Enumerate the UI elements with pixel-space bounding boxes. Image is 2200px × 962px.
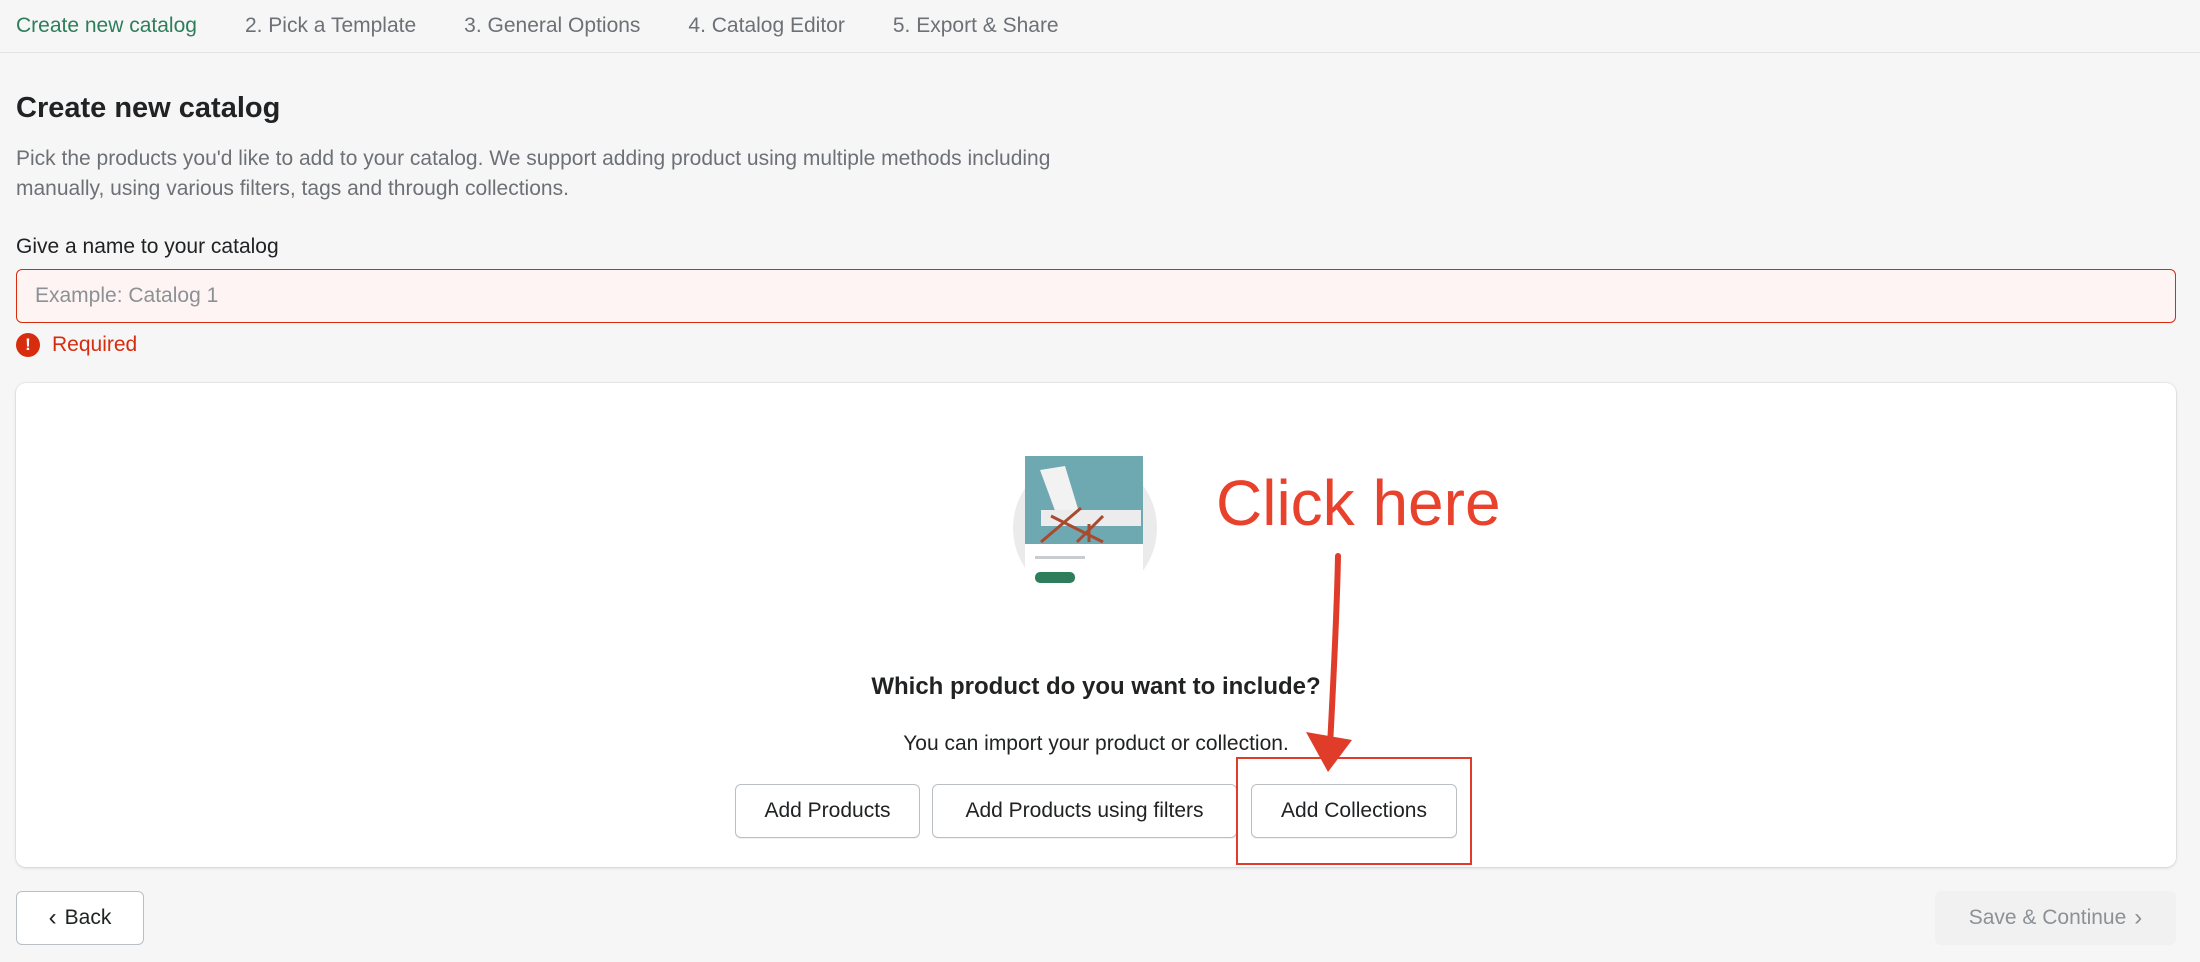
- annotation-text: Click here: [1216, 467, 1501, 539]
- catalog-name-error: ! Required: [16, 332, 137, 358]
- save-continue-label: Save & Continue: [1968, 906, 2127, 929]
- back-label: Back: [64, 906, 112, 929]
- chevron-right-icon: ›: [2134, 904, 2143, 931]
- add-products-button[interactable]: Add Products: [735, 784, 920, 838]
- error-alert-icon: !: [16, 333, 40, 357]
- step-catalog-editor[interactable]: 4. Catalog Editor: [688, 14, 844, 38]
- step-create-new-catalog[interactable]: Create new catalog: [16, 14, 197, 38]
- catalog-illustration-icon: [1013, 456, 1157, 600]
- add-products-filters-button[interactable]: Add Products using filters: [932, 784, 1237, 838]
- card-heading: Which product do you want to include?: [871, 673, 1321, 700]
- stepper-nav: Create new catalog 2. Pick a Template 3.…: [0, 0, 2200, 53]
- error-text: Required: [52, 333, 138, 356]
- page-title: Create new catalog: [16, 92, 281, 124]
- step-pick-template[interactable]: 2. Pick a Template: [245, 14, 416, 38]
- catalog-name-label: Give a name to your catalog: [16, 235, 279, 258]
- chevron-left-icon: ‹: [48, 904, 57, 931]
- back-button[interactable]: ‹ Back: [16, 891, 144, 945]
- card-subtext: You can import your product or collectio…: [903, 732, 1289, 755]
- annotation-arrow-icon: [1306, 553, 1352, 772]
- step-general-options[interactable]: 3. General Options: [464, 14, 640, 38]
- step-export-share[interactable]: 5. Export & Share: [893, 14, 1059, 38]
- page-description: Pick the products you'd like to add to y…: [16, 147, 1051, 200]
- catalog-name-input[interactable]: [16, 269, 2176, 323]
- save-continue-button[interactable]: Save & Continue ›: [1935, 891, 2176, 945]
